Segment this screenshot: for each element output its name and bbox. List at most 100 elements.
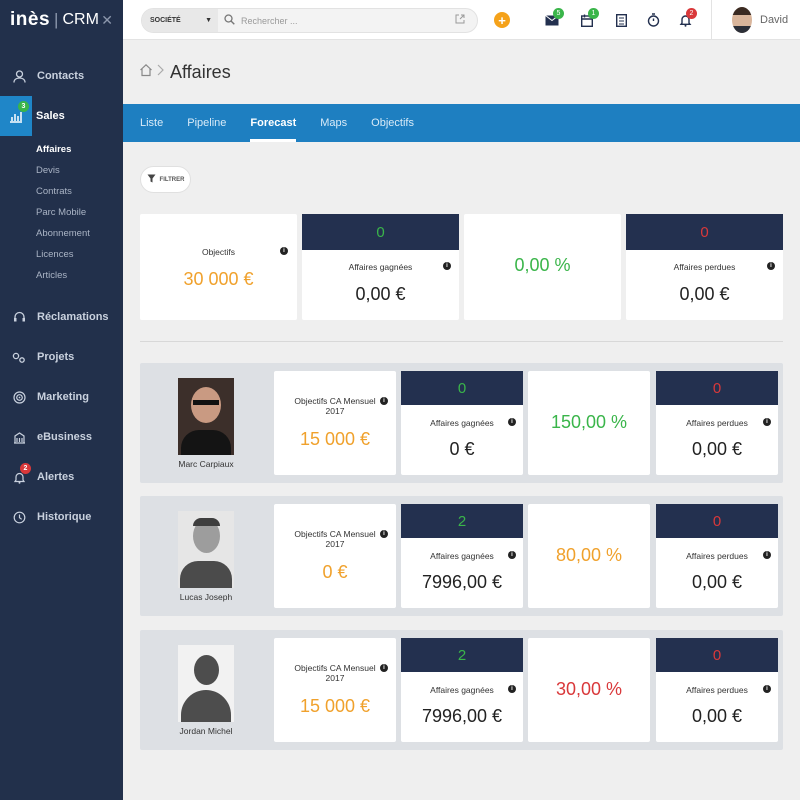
search-bar: SOCIÉTÉ ▼ Rechercher ... — [141, 8, 478, 33]
lost-label: Affaires perdues — [686, 551, 748, 561]
info-icon[interactable]: i — [280, 247, 288, 255]
won-label: Affaires gagnées — [430, 685, 494, 695]
tab-maps[interactable]: Maps — [320, 104, 347, 142]
building-icon — [12, 430, 26, 444]
sidebar-item-label: Projets — [37, 351, 75, 363]
stopwatch-icon[interactable] — [645, 12, 661, 28]
person-rate-card: 80,00 % — [528, 504, 650, 608]
headset-icon — [12, 310, 26, 324]
person-name: Marc Carpiaux — [178, 459, 234, 469]
subitem-affaires[interactable]: Affaires — [0, 139, 123, 160]
sidebar-item-label: Alertes — [37, 471, 75, 483]
won-value: 0 € — [449, 439, 475, 459]
gears-icon — [12, 350, 26, 364]
user-avatar — [732, 7, 752, 33]
search-input[interactable]: Rechercher ... — [218, 14, 455, 27]
logo-separator: | — [54, 10, 59, 29]
person-rate-card: 150,00 % — [528, 371, 650, 475]
objectif-label: Objectifs CA Mensuel 2017 — [294, 396, 376, 416]
rate-value: 80,00 % — [555, 545, 623, 565]
info-icon[interactable]: i — [380, 664, 388, 672]
sidebar-item-reclamations[interactable]: Réclamations — [0, 297, 123, 337]
sidebar-item-label: Historique — [37, 511, 92, 523]
clipboard-icon[interactable] — [613, 12, 629, 28]
home-icon[interactable] — [139, 63, 153, 82]
person-won-card: 2 Affaires gagnées i 7996,00 € — [401, 638, 523, 742]
won-value: 7996,00 € — [421, 706, 503, 726]
tab-forecast[interactable]: Forecast — [250, 104, 296, 142]
person-icon — [12, 69, 26, 83]
lost-count: 0 — [656, 504, 778, 538]
page-header: Affaires — [123, 40, 800, 104]
lost-label: Affaires perdues — [686, 685, 748, 695]
subitem-devis[interactable]: Devis — [0, 160, 123, 181]
calendar-icon[interactable]: 1 — [579, 8, 599, 28]
user-name: David — [760, 14, 789, 26]
external-link-icon[interactable] — [455, 14, 477, 27]
search-scope-select[interactable]: SOCIÉTÉ ▼ — [142, 9, 218, 32]
subitem-abonnement[interactable]: Abonnement — [0, 223, 123, 244]
won-count: 2 — [401, 504, 523, 538]
won-count: 0 — [302, 214, 459, 250]
objectif-value: 15 000 € — [299, 429, 371, 449]
info-icon[interactable]: i — [508, 418, 516, 426]
tab-objectifs[interactable]: Objectifs — [371, 104, 414, 142]
user-menu[interactable]: David — [711, 0, 800, 40]
subitem-parc-mobile[interactable]: Parc Mobile — [0, 202, 123, 223]
person-name: Lucas Joseph — [179, 592, 233, 602]
person-photo — [178, 511, 234, 588]
target-icon — [12, 390, 26, 404]
tab-liste[interactable]: Liste — [140, 104, 163, 142]
sidebar-item-projets[interactable]: Projets — [0, 337, 123, 377]
topbar: SOCIÉTÉ ▼ Rechercher ... + 5 1 2 David — [123, 0, 800, 40]
filter-button[interactable]: FILTRER — [140, 166, 191, 193]
person-name: Jordan Michel — [179, 726, 233, 736]
info-icon[interactable]: i — [508, 551, 516, 559]
info-icon[interactable]: i — [380, 530, 388, 538]
page-title: Affaires — [170, 61, 231, 82]
person-won-card: 0 Affaires gagnées i 0 € — [401, 371, 523, 475]
info-icon[interactable]: i — [767, 262, 775, 270]
info-icon[interactable]: i — [763, 418, 771, 426]
subitem-articles[interactable]: Articles — [0, 265, 123, 286]
sidebar-item-label: eBusiness — [37, 431, 93, 443]
add-button[interactable]: + — [494, 12, 510, 28]
summary-objectifs-card: Objectifs i 30 000 € — [140, 214, 297, 320]
chevron-down-icon: ▼ — [205, 17, 212, 24]
notification-bell-icon[interactable]: 2 — [677, 8, 697, 28]
close-sidebar-icon[interactable]: ✕ — [101, 12, 113, 29]
lost-value: 0,00 € — [679, 284, 730, 304]
person-photo — [178, 378, 234, 455]
search-placeholder: Rechercher ... — [241, 15, 298, 26]
filter-icon — [147, 174, 156, 185]
sidebar-item-sales[interactable]: 3 Sales — [0, 96, 123, 136]
sidebar-item-contacts[interactable]: Contacts — [0, 56, 123, 96]
mail-badge: 5 — [553, 8, 564, 19]
objectif-label: Objectifs CA Mensuel 2017 — [294, 529, 376, 549]
sidebar-item-label: Contacts — [37, 70, 85, 82]
subitem-licences[interactable]: Licences — [0, 244, 123, 265]
app-logo: inès | CRM ✕ — [0, 0, 123, 40]
person-rate-card: 30,00 % — [528, 638, 650, 742]
info-icon[interactable]: i — [443, 262, 451, 270]
sidebar: inès | CRM ✕ Contacts 3 Sales Affaires D… — [0, 0, 123, 800]
person-won-card: 2 Affaires gagnées i 7996,00 € — [401, 504, 523, 608]
sidebar-item-alertes[interactable]: 2 Alertes — [0, 457, 123, 497]
divider — [140, 341, 783, 342]
info-icon[interactable]: i — [763, 551, 771, 559]
info-icon[interactable]: i — [380, 397, 388, 405]
rate-value: 0,00 % — [514, 255, 571, 275]
info-icon[interactable]: i — [763, 685, 771, 693]
tab-pipeline[interactable]: Pipeline — [187, 104, 226, 142]
info-icon[interactable]: i — [508, 685, 516, 693]
objectif-label: Objectifs CA Mensuel 2017 — [294, 663, 376, 683]
sidebar-item-marketing[interactable]: Marketing — [0, 377, 123, 417]
lost-count: 0 — [626, 214, 783, 250]
person-objectif-card: Objectifs CA Mensuel 2017 i 15 000 € — [274, 371, 396, 475]
sidebar-item-historique[interactable]: Historique — [0, 497, 123, 537]
lost-value: 0,00 € — [691, 572, 743, 592]
subitem-contrats[interactable]: Contrats — [0, 181, 123, 202]
sidebar-item-ebusiness[interactable]: eBusiness — [0, 417, 123, 457]
mail-icon[interactable]: 5 — [544, 8, 564, 28]
rate-value: 150,00 % — [550, 412, 628, 432]
